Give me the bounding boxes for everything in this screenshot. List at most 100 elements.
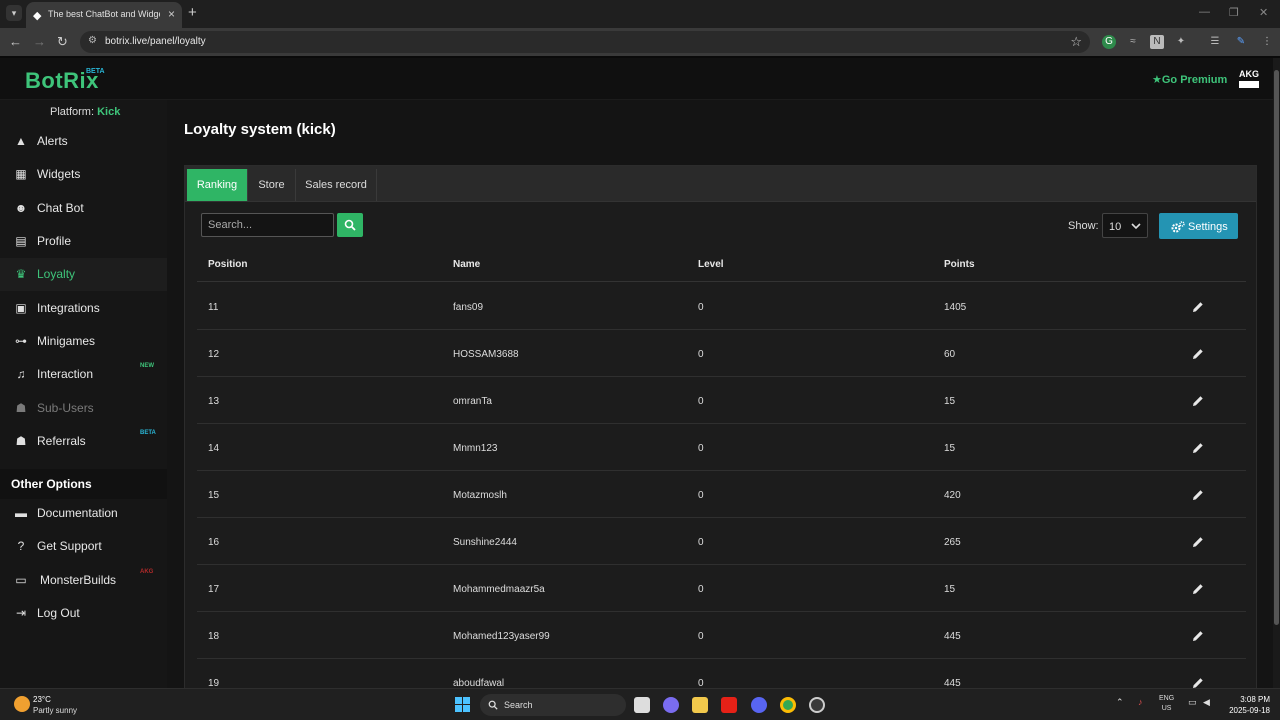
cell-points: 445: [944, 631, 961, 642]
file-explorer-icon[interactable]: [692, 697, 708, 713]
language-indicator[interactable]: ENG US: [1159, 694, 1174, 714]
chrome-active-icon[interactable]: [809, 697, 825, 713]
sidebar-item-label: Alerts: [37, 134, 68, 148]
reload-icon[interactable]: ↻: [57, 34, 68, 50]
discord-icon[interactable]: [751, 697, 767, 713]
edit-pencil-icon[interactable]: [1192, 582, 1206, 596]
taskbar-search[interactable]: Search: [480, 694, 626, 716]
sidebar-item-alerts[interactable]: ▲ Alerts: [0, 125, 167, 158]
sidebar-item-monsterbuilds[interactable]: ▭ MonsterBuilds AKG: [0, 564, 167, 597]
edit-pencil-icon[interactable]: [1192, 535, 1206, 549]
volume-icon[interactable]: ◀: [1203, 697, 1210, 708]
task-view-icon[interactable]: [634, 697, 650, 713]
cell-name: omranTa: [453, 396, 492, 407]
sidebar-item-label: Interaction: [37, 367, 94, 381]
puzzle-extensions-icon[interactable]: ✦: [1174, 35, 1188, 49]
browser-tab[interactable]: ◆ The best ChatBot and Widgets ×: [26, 2, 182, 28]
sidebar-item-referrals[interactable]: ☗ Referrals BETA: [0, 425, 167, 458]
profile-extension-icon[interactable]: ✎: [1234, 35, 1248, 49]
region-code: US: [1161, 705, 1172, 712]
chrome-icon[interactable]: [780, 697, 796, 713]
sidebar-item-chat-bot[interactable]: ☻ Chat Bot: [0, 192, 167, 225]
language-code: ENG: [1159, 695, 1175, 702]
column-header-level[interactable]: Level: [698, 259, 724, 270]
cell-position: 11: [208, 302, 219, 313]
minimize-icon[interactable]: —: [1199, 6, 1210, 18]
system-clock[interactable]: 3:08 PM 2025-09-18: [1224, 694, 1270, 716]
page-size-select[interactable]: 10: [1102, 213, 1148, 238]
tab-search-button[interactable]: ▾: [6, 5, 22, 21]
network-icon[interactable]: ▭: [1188, 697, 1197, 708]
reading-list-icon[interactable]: ☰: [1208, 35, 1222, 49]
edit-pencil-icon[interactable]: [1192, 300, 1206, 314]
sidebar-item-label: Profile: [37, 234, 72, 248]
sidebar-item-widgets[interactable]: ▦ Widgets: [0, 158, 167, 191]
column-header-name[interactable]: Name: [453, 259, 480, 270]
tray-overflow-icon[interactable]: ⌃: [1116, 697, 1124, 708]
sidebar-item-interaction[interactable]: ♫ Interaction NEW: [0, 358, 167, 391]
cell-points: 265: [944, 537, 961, 548]
sidebar-item-get-support[interactable]: ? Get Support: [0, 530, 167, 563]
extension-icon[interactable]: ≈: [1126, 35, 1140, 49]
close-tab-icon[interactable]: ×: [168, 7, 175, 21]
search-button[interactable]: [337, 213, 363, 237]
cell-name: Motazmoslh: [453, 490, 507, 501]
microphone-icon[interactable]: ♪: [1138, 697, 1143, 707]
cell-name: HOSSAM3688: [453, 349, 519, 360]
edit-pencil-icon[interactable]: [1192, 441, 1206, 455]
sidebar-item-log-out[interactable]: ⇥ Log Out: [0, 597, 167, 630]
user-avatar[interactable]: AKG: [1238, 70, 1260, 90]
edit-pencil-icon[interactable]: [1192, 347, 1206, 361]
clock-date: 2025-09-18: [1229, 706, 1270, 715]
sidebar-item-loyalty[interactable]: ♛ Loyalty: [0, 258, 167, 291]
site-info-icon[interactable]: ⚙: [88, 35, 97, 46]
sidebar-item-label: MonsterBuilds: [40, 573, 117, 587]
weather-icon[interactable]: [14, 696, 30, 712]
table-row: 11 fans09 0 1405: [197, 283, 1246, 330]
grammarly-extension-icon[interactable]: G: [1102, 35, 1116, 49]
edit-pencil-icon[interactable]: [1192, 488, 1206, 502]
cell-position: 16: [208, 537, 220, 548]
column-header-position[interactable]: Position: [208, 259, 247, 270]
sidebar-item-label: Documentation: [37, 506, 118, 520]
cell-level: 0: [698, 443, 704, 454]
address-bar[interactable]: ⚙ botrix.live/panel/loyalty ☆: [80, 31, 1090, 53]
cell-points: 15: [944, 443, 956, 454]
tab-sales-record[interactable]: Sales record: [296, 169, 377, 201]
bookmark-star-icon[interactable]: ☆: [1070, 34, 1082, 50]
forward-icon[interactable]: →: [33, 34, 46, 49]
copilot-icon[interactable]: [663, 697, 679, 713]
column-header-points[interactable]: Points: [944, 259, 975, 270]
search-input[interactable]: [201, 213, 334, 237]
table-header: Position Name Level Points: [197, 246, 1246, 282]
question-icon: ?: [17, 539, 25, 553]
youtube-icon[interactable]: [721, 697, 737, 713]
sidebar-item-documentation[interactable]: ▬ Documentation: [0, 497, 167, 530]
scroll-icon: ▬: [15, 506, 27, 520]
sidebar-item-sub-users[interactable]: ☗ Sub-Users: [0, 392, 167, 425]
sidebar-item-profile[interactable]: ▤ Profile: [0, 225, 167, 258]
edit-pencil-icon[interactable]: [1192, 394, 1206, 408]
settings-button[interactable]: Settings: [1159, 213, 1238, 239]
windows-start-icon[interactable]: [455, 697, 470, 712]
close-window-icon[interactable]: ✕: [1259, 6, 1268, 19]
tab-ranking[interactable]: Ranking: [187, 169, 248, 201]
back-icon[interactable]: ←: [9, 34, 22, 49]
sidebar-item-label: Referrals: [37, 434, 86, 448]
new-tab-button[interactable]: +: [188, 4, 197, 21]
table-row: 16 Sunshine2444 0 265: [197, 518, 1246, 565]
sidebar-item-minigames[interactable]: ⊶ Minigames: [0, 325, 167, 358]
scrollbar-thumb[interactable]: [1274, 70, 1279, 625]
go-premium-button[interactable]: ★Go Premium: [1152, 73, 1227, 86]
page-scrollbar[interactable]: [1273, 58, 1280, 688]
browser-menu-icon[interactable]: ⋮: [1260, 35, 1274, 49]
cell-level: 0: [698, 302, 704, 313]
search-icon: [344, 219, 356, 231]
cell-position: 12: [208, 349, 220, 360]
tab-store[interactable]: Store: [248, 169, 296, 201]
edit-pencil-icon[interactable]: [1192, 629, 1206, 643]
platform-label: Platform:: [50, 106, 95, 118]
restore-icon[interactable]: ❐: [1229, 6, 1239, 19]
notion-extension-icon[interactable]: N: [1150, 35, 1164, 49]
sidebar-item-integrations[interactable]: ▣ Integrations: [0, 292, 167, 325]
